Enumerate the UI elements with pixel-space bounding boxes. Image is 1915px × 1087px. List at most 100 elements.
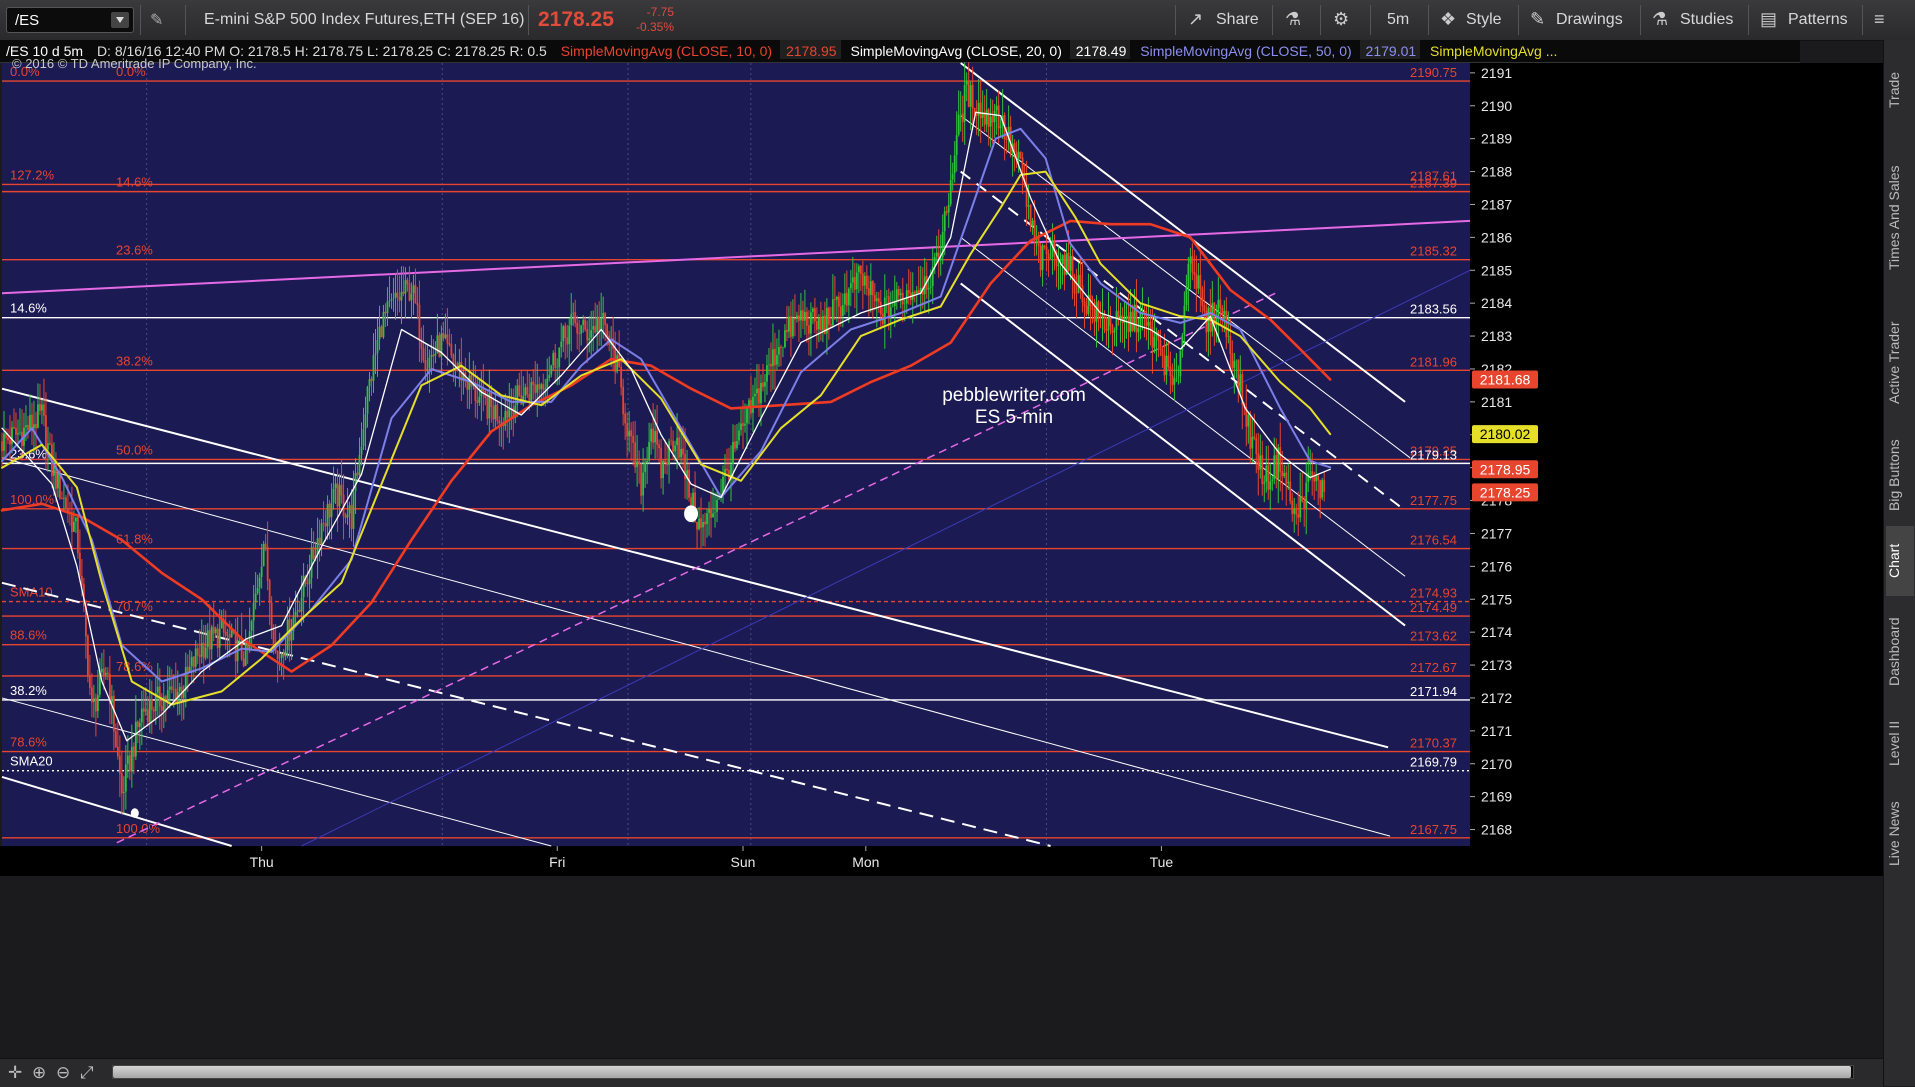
price-tag-text: 2180.02 xyxy=(1480,426,1531,442)
studies-button[interactable]: Studies xyxy=(1680,11,1733,29)
horizontal-scrollbar[interactable] xyxy=(112,1065,1854,1079)
fib-level-price: 2177.75 xyxy=(1410,493,1457,508)
divider xyxy=(1748,5,1749,35)
x-tick-label: Thu xyxy=(250,854,274,870)
fib-level-left-label: 38.2% xyxy=(10,683,47,698)
fib-level-price: 2174.93 xyxy=(1410,586,1457,601)
y-tick-label: 2176 xyxy=(1481,558,1512,574)
marker-dot xyxy=(684,505,699,523)
chevron-down-icon[interactable] xyxy=(111,12,129,28)
price-chart[interactable]: 2168 2169 2170 2171 2172 2173 2174 2175 2176 2177… xyxy=(0,40,1883,1058)
share-button[interactable]: Share xyxy=(1216,11,1259,29)
tab-level-ii[interactable]: Level II xyxy=(1886,708,1914,778)
share-icon[interactable]: ↗ xyxy=(1188,9,1203,30)
timeframe-button[interactable]: 5m xyxy=(1387,11,1409,29)
fib-level-price: 2179.13 xyxy=(1410,447,1457,462)
price-change: -7.75 -0.35% xyxy=(636,5,674,35)
drawings-button[interactable]: Drawings xyxy=(1556,11,1623,29)
tab-live-news[interactable]: Live News xyxy=(1886,784,1914,884)
fib-level-price: 2172.67 xyxy=(1410,660,1457,675)
style-icon[interactable]: ❖ xyxy=(1440,9,1456,30)
patterns-button[interactable]: Patterns xyxy=(1788,11,1848,29)
y-tick-label: 2189 xyxy=(1481,131,1512,147)
fib-level-label: 23.6% xyxy=(116,243,153,258)
tab-chart[interactable]: Chart xyxy=(1886,526,1914,596)
symbol-selector[interactable]: /ES xyxy=(6,7,134,33)
fib-level-price: 2171.94 xyxy=(1410,684,1457,699)
gear-icon[interactable]: ⚙ xyxy=(1333,9,1349,30)
y-tick-label: 2171 xyxy=(1481,723,1512,739)
instrument-description: E-mini S&P 500 Index Futures,ETH (SEP 16… xyxy=(204,11,525,28)
x-tick-label: Tue xyxy=(1150,854,1174,870)
divider xyxy=(1640,5,1641,35)
x-tick-label: Sun xyxy=(731,854,756,870)
zoom-in-icon[interactable]: ⊕ xyxy=(32,1063,46,1083)
fib-level-price: 2181.96 xyxy=(1410,354,1457,369)
menu-icon[interactable]: ≡ xyxy=(1874,9,1885,30)
y-tick-label: 2190 xyxy=(1481,98,1512,114)
fib-level-left-label: 127.2% xyxy=(10,167,55,182)
fib-level-price: 2170.37 xyxy=(1410,736,1457,751)
fib-level-label: 14.6% xyxy=(116,175,153,190)
flask-icon[interactable]: ⚗ xyxy=(1285,9,1301,30)
y-tick-label: 2168 xyxy=(1481,822,1512,838)
tab-active-trader[interactable]: Active Trader xyxy=(1886,300,1914,425)
price-tag-text: 2178.95 xyxy=(1480,461,1531,477)
copyright-text: © 2016 © TD Ameritrade IP Company, Inc. xyxy=(12,56,257,71)
watermark-line-2: ES 5-min xyxy=(975,407,1053,428)
divider xyxy=(1320,5,1321,35)
zoom-out-icon[interactable]: ⊖ xyxy=(56,1063,70,1083)
marker-dot xyxy=(130,808,139,818)
link-icon[interactable]: ✎ xyxy=(150,10,163,30)
style-button[interactable]: Style xyxy=(1466,11,1502,29)
fib-level-price: 2173.62 xyxy=(1410,629,1457,644)
fib-level-price: 2187.39 xyxy=(1410,176,1457,191)
pan-icon[interactable]: ⤢ xyxy=(80,1063,94,1083)
fib-level-left-label: 78.6% xyxy=(10,735,47,750)
fib-level-label: 38.2% xyxy=(116,353,153,368)
x-tick-label: Mon xyxy=(852,854,879,870)
y-tick-label: 2173 xyxy=(1481,657,1512,673)
y-tick-label: 2175 xyxy=(1481,591,1512,607)
symbol-text[interactable]: /ES xyxy=(15,12,39,29)
scrollbar-thumb[interactable] xyxy=(113,1066,1851,1078)
fib-level-price: 2167.75 xyxy=(1410,822,1457,837)
cursor-icon[interactable]: ✛ xyxy=(8,1063,22,1083)
side-tab-panel: Trade Times And Sales Active Trader Big … xyxy=(1883,40,1915,1086)
fib-level-label: 50.0% xyxy=(116,442,153,457)
y-tick-label: 2188 xyxy=(1481,164,1512,180)
studies-icon[interactable]: ⚗ xyxy=(1652,9,1668,30)
patterns-icon[interactable]: ▤ xyxy=(1760,9,1777,30)
y-tick-label: 2184 xyxy=(1481,295,1512,311)
fib-level-label: 70.7% xyxy=(116,599,153,614)
x-tick-label: Fri xyxy=(549,854,565,870)
last-price: 2178.25 xyxy=(538,8,614,31)
divider xyxy=(1862,5,1863,35)
tab-times-and-sales[interactable]: Times And Sales xyxy=(1886,140,1914,295)
y-tick-label: 2174 xyxy=(1481,624,1512,640)
divider xyxy=(140,5,141,35)
divider xyxy=(1518,5,1519,35)
divider xyxy=(185,5,186,35)
watermark-line-1: pebblewriter.com xyxy=(942,385,1086,406)
price-tag-text: 2181.68 xyxy=(1480,371,1531,387)
fib-level-price: 2176.54 xyxy=(1410,533,1457,548)
fib-level-left-label: SMA20 xyxy=(10,754,53,769)
y-tick-label: 2191 xyxy=(1481,65,1512,81)
net-change: -7.75 xyxy=(646,5,675,19)
fib-level-left-label: 14.6% xyxy=(10,301,47,316)
pencil-icon[interactable]: ✎ xyxy=(1530,9,1545,30)
tab-big-buttons[interactable]: Big Buttons xyxy=(1886,430,1914,520)
fib-level-price: 2190.75 xyxy=(1410,65,1457,80)
fib-level-left-label: SMA10 xyxy=(10,585,53,600)
fib-level-price: 2169.79 xyxy=(1410,755,1457,770)
y-tick-label: 2183 xyxy=(1481,328,1512,344)
divider xyxy=(528,5,529,35)
y-tick-label: 2169 xyxy=(1481,789,1512,805)
tab-dashboard[interactable]: Dashboard xyxy=(1886,602,1914,702)
divider xyxy=(1370,5,1371,35)
y-tick-label: 2187 xyxy=(1481,196,1512,212)
price-tag-text: 2178.25 xyxy=(1480,484,1531,500)
tab-trade[interactable]: Trade xyxy=(1886,45,1914,135)
fib-level-price: 2183.56 xyxy=(1410,302,1457,317)
